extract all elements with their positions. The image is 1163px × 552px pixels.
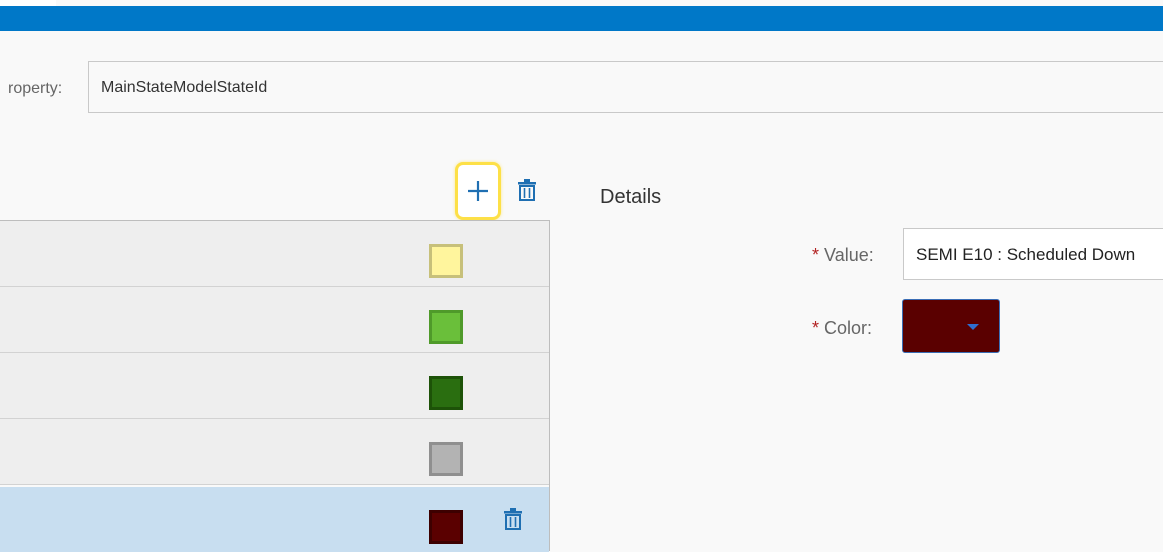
color-label: * Color: bbox=[812, 318, 872, 339]
chevron-down-icon bbox=[967, 324, 979, 330]
color-swatch bbox=[429, 376, 463, 410]
color-swatch bbox=[429, 510, 463, 544]
property-label: roperty: bbox=[8, 80, 63, 97]
required-mark: * bbox=[812, 318, 820, 338]
trash-icon[interactable] bbox=[516, 178, 538, 202]
header-bar bbox=[56, 6, 1163, 31]
value-label: * Value: bbox=[812, 245, 874, 266]
color-swatch bbox=[429, 442, 463, 476]
list-item-selected[interactable] bbox=[0, 487, 549, 552]
list-item[interactable] bbox=[0, 221, 549, 287]
color-picker[interactable] bbox=[902, 299, 1000, 353]
property-input[interactable]: MainStateModelStateId bbox=[88, 61, 1163, 113]
list-item[interactable] bbox=[0, 287, 549, 353]
header-tab bbox=[0, 0, 56, 6]
list-item[interactable] bbox=[0, 353, 549, 419]
color-swatch bbox=[429, 244, 463, 278]
state-list bbox=[0, 220, 550, 552]
list-item[interactable] bbox=[0, 419, 549, 485]
color-label-text: Color: bbox=[824, 318, 873, 338]
add-button[interactable] bbox=[455, 162, 501, 220]
value-label-text: Value: bbox=[824, 245, 874, 265]
value-field[interactable]: SEMI E10 : Scheduled Down bbox=[903, 228, 1163, 280]
color-swatch bbox=[429, 310, 463, 344]
details-title: Details bbox=[600, 186, 662, 208]
trash-icon[interactable] bbox=[502, 507, 524, 531]
plus-icon bbox=[468, 181, 488, 201]
required-mark: * bbox=[812, 245, 820, 265]
header-bar-left bbox=[0, 6, 56, 31]
